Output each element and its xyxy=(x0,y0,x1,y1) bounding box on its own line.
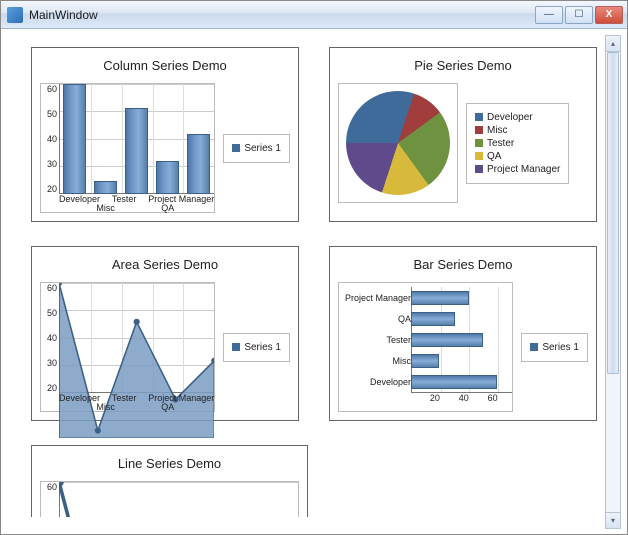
bar-chart-title: Bar Series Demo xyxy=(338,253,588,282)
scroll-up-button[interactable]: ▴ xyxy=(606,36,620,52)
area-chart-yaxis: 60 50 40 30 20 xyxy=(41,283,59,393)
xtick: QA xyxy=(152,402,183,412)
column-bar xyxy=(156,161,179,194)
bar-row xyxy=(411,354,439,368)
legend-label: Project Manager xyxy=(487,164,560,175)
ytick: Project Manager xyxy=(339,293,411,303)
bar-row xyxy=(411,375,497,389)
legend-swatch xyxy=(232,144,240,152)
ytick: 20 xyxy=(41,184,57,194)
bar-chart-yaxis: Project Manager QA Tester Misc Developer xyxy=(339,287,411,393)
column-bar xyxy=(94,181,117,194)
legend-swatch xyxy=(530,343,538,351)
maximize-button[interactable]: ☐ xyxy=(565,6,593,24)
area-chart-xaxis: Developer Tester Project Manager Misc QA xyxy=(59,393,214,411)
column-chart-yaxis: 60 50 40 30 20 xyxy=(41,84,59,194)
pie-chart-card: Pie Series Demo Developer Misc Tester QA… xyxy=(329,47,597,222)
line-chart-card: Line Series Demo 60 xyxy=(31,445,308,517)
bar-chart-card: Bar Series Demo Project Manager QA Teste… xyxy=(329,246,597,421)
line-chart-yaxis: 60 xyxy=(41,482,59,517)
legend-label: QA xyxy=(487,151,501,162)
column-chart-title: Column Series Demo xyxy=(40,54,290,83)
legend-swatch xyxy=(475,139,483,147)
legend-label: Misc xyxy=(487,125,508,136)
bar-chart-legend: Series 1 xyxy=(521,333,588,362)
line-chart-title: Line Series Demo xyxy=(40,452,299,481)
pie-chart-plot xyxy=(338,83,458,203)
column-chart-legend: Series 1 xyxy=(223,134,290,163)
xtick: QA xyxy=(152,203,183,213)
ytick: 40 xyxy=(41,333,57,343)
close-button[interactable]: X xyxy=(595,6,623,24)
scroll-thumb[interactable] xyxy=(607,52,619,374)
area-chart-card: Area Series Demo 60 50 40 30 20 xyxy=(31,246,299,421)
legend-swatch xyxy=(232,343,240,351)
ytick: 60 xyxy=(41,482,57,492)
xtick: Misc xyxy=(90,402,121,412)
ytick: 50 xyxy=(41,109,57,119)
client-area: Column Series Demo 60 50 40 30 20 xyxy=(1,29,627,535)
column-bar xyxy=(125,108,148,194)
vertical-scrollbar[interactable]: ▴ ▾ xyxy=(605,35,621,529)
column-bar xyxy=(63,84,86,194)
column-chart-xaxis: Developer Tester Project Manager Misc QA xyxy=(59,194,214,212)
xtick: 60 xyxy=(469,393,498,411)
ytick: 50 xyxy=(41,308,57,318)
bar-row xyxy=(411,291,469,305)
app-icon xyxy=(7,7,23,23)
ytick: 40 xyxy=(41,134,57,144)
ytick: Misc xyxy=(339,356,411,366)
xtick: 20 xyxy=(411,393,440,411)
minimize-button[interactable]: — xyxy=(535,6,563,24)
area-chart-plot: 60 50 40 30 20 xyxy=(40,282,215,412)
bar-chart-xaxis: 20 40 60 xyxy=(411,393,512,411)
legend-label: Tester xyxy=(487,138,514,149)
bar-chart-plot: Project Manager QA Tester Misc Developer xyxy=(338,282,513,412)
titlebar: MainWindow — ☐ X xyxy=(1,1,627,29)
legend-label: Series 1 xyxy=(542,342,579,353)
ytick: 60 xyxy=(41,84,57,94)
bar-row xyxy=(411,312,455,326)
ytick: Tester xyxy=(339,335,411,345)
column-bar xyxy=(187,134,210,195)
area-chart-title: Area Series Demo xyxy=(40,253,290,282)
pie-chart xyxy=(346,91,450,195)
area-chart-legend: Series 1 xyxy=(223,333,290,362)
legend-label: Series 1 xyxy=(244,143,281,154)
pie-chart-title: Pie Series Demo xyxy=(338,54,588,83)
ytick: 30 xyxy=(41,358,57,368)
legend-label: Series 1 xyxy=(244,342,281,353)
ytick: Developer xyxy=(339,377,411,387)
legend-swatch xyxy=(475,113,483,121)
ytick: 60 xyxy=(41,283,57,293)
column-chart-card: Column Series Demo 60 50 40 30 20 xyxy=(31,47,299,222)
xtick: Misc xyxy=(90,203,121,213)
line-chart-plot: 60 xyxy=(40,481,299,517)
area-chart-svg xyxy=(59,283,214,438)
window-title: MainWindow xyxy=(29,8,533,22)
legend-swatch xyxy=(475,152,483,160)
bar-row xyxy=(411,333,483,347)
pie-chart-legend: Developer Misc Tester QA Project Manager xyxy=(466,103,569,184)
xtick: 40 xyxy=(440,393,469,411)
legend-label: Developer xyxy=(487,112,533,123)
scroll-track[interactable] xyxy=(606,52,620,512)
scroll-down-button[interactable]: ▾ xyxy=(606,512,620,528)
legend-swatch xyxy=(475,165,483,173)
legend-swatch xyxy=(475,126,483,134)
line-chart-svg xyxy=(59,482,298,517)
column-chart-plot: 60 50 40 30 20 xyxy=(40,83,215,213)
ytick: 30 xyxy=(41,159,57,169)
ytick: QA xyxy=(339,314,411,324)
ytick: 20 xyxy=(41,383,57,393)
